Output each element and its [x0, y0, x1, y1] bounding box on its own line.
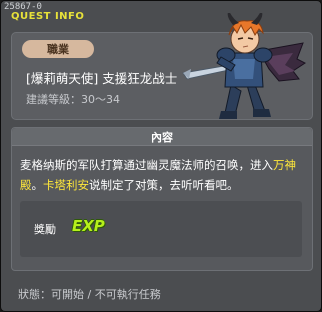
desc-text-2: 。 — [31, 178, 44, 192]
desc-text-3: 说制定了对策，去听听看吧。 — [89, 178, 239, 192]
recommended-level: 建議等級：30～34 — [26, 93, 120, 106]
content-header: 內容 — [12, 128, 312, 146]
job-badge: 職業 — [22, 40, 94, 58]
highlight-kataliyan: 卡塔利安 — [43, 178, 89, 192]
quest-info-window: 25867-0 QUEST INFO 職業 [爆莉萌天使] 支援狂龙战士 建議等… — [0, 0, 322, 312]
quest-status: 狀態：可開始 / 不可執行任務 — [18, 288, 161, 301]
reward-label: 獎勵 — [34, 223, 56, 236]
reward-box: 獎勵 EXP — [20, 201, 302, 257]
job-name: [爆莉萌天使] 支援狂龙战士 — [26, 71, 178, 86]
quest-description: 麦格纳斯的军队打算通过幽灵魔法师的召唤，进入万神殿。卡塔利安说制定了对策，去听听… — [20, 155, 310, 195]
exp-icon: EXP — [72, 217, 105, 235]
window-title: QUEST INFO — [11, 11, 85, 22]
desc-text-1: 麦格纳斯的军队打算通过幽灵魔法师的召唤，进入 — [20, 158, 273, 172]
character-portrait-icon — [182, 13, 306, 119]
content-panel: 內容 麦格纳斯的军队打算通过幽灵魔法师的召唤，进入万神殿。卡塔利安说制定了对策，… — [11, 127, 313, 271]
